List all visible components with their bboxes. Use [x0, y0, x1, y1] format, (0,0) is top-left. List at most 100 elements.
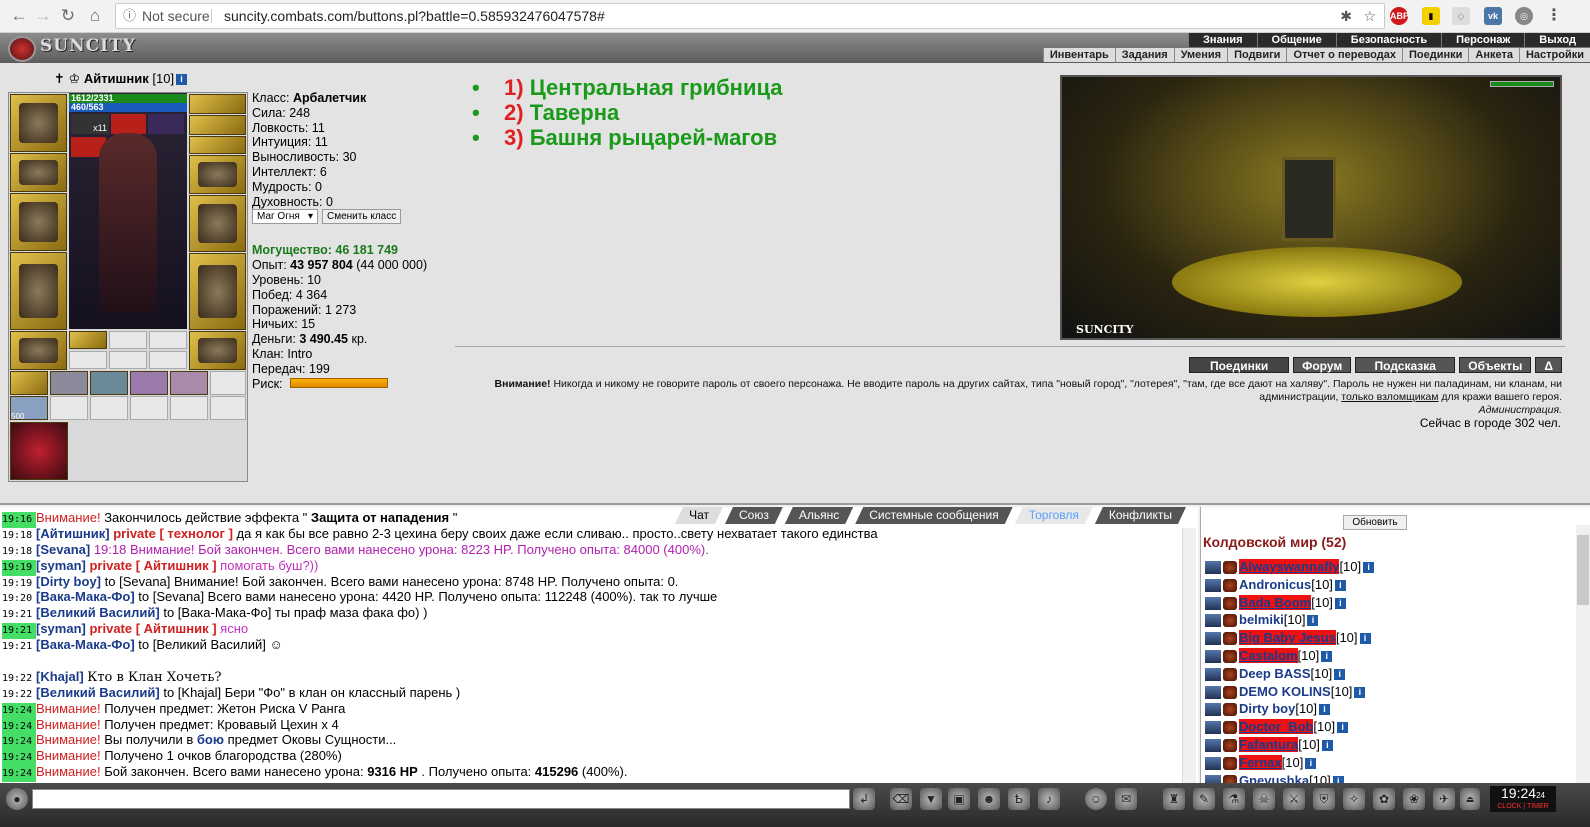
globe-icon[interactable]: ◎: [1515, 7, 1533, 25]
user-row[interactable]: Castalom[10] i: [1205, 647, 1374, 665]
submenu-profile[interactable]: Анкета: [1468, 48, 1519, 62]
filter-icon[interactable]: ▼: [920, 788, 942, 810]
chat-tab-chat[interactable]: Чат: [675, 507, 723, 524]
refresh-button[interactable]: Обновить: [1343, 515, 1407, 530]
tab-battles[interactable]: Поединки: [1189, 357, 1290, 373]
rune-slot-1[interactable]: [69, 351, 107, 369]
chat-nickname[interactable]: [Dirty boy]: [36, 574, 101, 589]
chat-nickname[interactable]: [Великий Василий]: [36, 685, 160, 700]
user-name[interactable]: DEMO KOLINS: [1239, 684, 1331, 699]
chat-nickname[interactable]: [syman]: [36, 621, 86, 636]
gloves-slot[interactable]: [189, 155, 246, 194]
user-row[interactable]: Andronicus[10] i: [1205, 576, 1374, 594]
chat-tab-system[interactable]: Системные сообщения: [855, 507, 1013, 524]
submenu-transfers[interactable]: Отчет о переводах: [1286, 48, 1402, 62]
chat-input[interactable]: [32, 789, 850, 809]
forward-icon[interactable]: →: [32, 5, 54, 27]
bookmark-star-icon[interactable]: ☆: [1363, 4, 1376, 28]
scroll-slot-4[interactable]: [130, 371, 168, 395]
chat-nickname[interactable]: [Вака-Мака-Фо]: [36, 589, 135, 604]
user-row[interactable]: belmiki[10] i: [1205, 611, 1374, 629]
user-info-icon[interactable]: i: [1337, 722, 1349, 734]
scroll-slot-5[interactable]: [170, 371, 208, 395]
rune-slot-3[interactable]: [149, 351, 187, 369]
buff-effect-icon[interactable]: [148, 114, 184, 134]
submenu-settings[interactable]: Настройки: [1518, 48, 1590, 62]
user-info-icon[interactable]: i: [1334, 597, 1346, 609]
armor-icon[interactable]: ⛨: [1313, 788, 1335, 810]
chat-tab-alliance[interactable]: Альянс: [785, 507, 853, 524]
private-message-icon[interactable]: [1205, 650, 1221, 664]
user-name[interactable]: Andronicus: [1239, 577, 1311, 592]
private-message-icon[interactable]: [1205, 703, 1221, 717]
chat-nickname[interactable]: [Sevana]: [36, 542, 90, 557]
scroll-slot-1[interactable]: [10, 371, 48, 395]
chat-nickname[interactable]: [Великий Василий]: [36, 605, 160, 620]
chat-nickname[interactable]: [Khajal]: [36, 669, 84, 684]
tab-delta[interactable]: Δ: [1535, 357, 1562, 373]
ring-slot-3[interactable]: [149, 331, 187, 349]
amulet-slot[interactable]: [189, 115, 246, 135]
back-icon[interactable]: ←: [8, 5, 30, 27]
scroll-slot-3[interactable]: [90, 371, 128, 395]
vk-icon[interactable]: vk: [1484, 7, 1502, 25]
user-info-icon[interactable]: i: [1334, 668, 1346, 680]
user-row[interactable]: Bada Boom[10] i: [1205, 594, 1374, 612]
earrings-slot[interactable]: [189, 94, 246, 114]
private-message-icon[interactable]: [1205, 578, 1221, 592]
private-message-icon[interactable]: [1205, 721, 1221, 735]
location-item[interactable]: 2) Таверна: [472, 100, 783, 125]
scroll-slot-7[interactable]: 500: [10, 396, 48, 421]
mask-icon[interactable]: ☠: [1253, 788, 1275, 810]
tab-forum[interactable]: Форум: [1293, 357, 1352, 373]
scroll-slot-2[interactable]: [50, 371, 88, 395]
compass-icon[interactable]: ✧: [1343, 788, 1365, 810]
info-icon[interactable]: i: [176, 74, 188, 86]
private-message-icon[interactable]: [1205, 632, 1221, 646]
menu-exit[interactable]: Выход: [1524, 33, 1590, 47]
info-icon[interactable]: ⓘ: [123, 4, 136, 28]
scroll-slot-6[interactable]: [210, 371, 246, 395]
private-message-icon[interactable]: [1205, 685, 1221, 699]
clear-icon[interactable]: ⌫: [890, 788, 912, 810]
shield-slot[interactable]: [189, 195, 246, 252]
ring-slot-1[interactable]: [69, 331, 107, 349]
boots-slot[interactable]: [189, 331, 246, 370]
user-name[interactable]: belmiki: [1239, 612, 1284, 627]
user-name[interactable]: Castalom: [1239, 647, 1298, 663]
menu-dots-icon[interactable]: ⋮: [1545, 7, 1563, 25]
user-row[interactable]: Deep BASS[10] i: [1205, 665, 1374, 683]
scroll-slot-12[interactable]: [210, 396, 246, 420]
reload-icon[interactable]: ↻: [57, 5, 79, 27]
gift-icon[interactable]: ✿: [1373, 788, 1395, 810]
users-scrollbar[interactable]: [1576, 525, 1590, 783]
chat-nickname[interactable]: бою: [197, 732, 224, 747]
chat-nickname[interactable]: [syman]: [36, 558, 86, 573]
helmet-slot[interactable]: [10, 94, 67, 152]
tab-hint[interactable]: Подсказка: [1355, 357, 1456, 373]
class-select[interactable]: Маг Огня ▾: [252, 209, 318, 224]
submenu-quests[interactable]: Задания: [1114, 48, 1174, 62]
private-message-icon[interactable]: [1205, 756, 1221, 770]
user-name[interactable]: Deep BASS: [1239, 666, 1311, 681]
ring-slot-2[interactable]: [109, 331, 147, 349]
address-bar[interactable]: ⓘ Not secure suncity.combats.com/buttons…: [115, 3, 1385, 29]
chat-nickname[interactable]: [Айтишник]: [36, 526, 110, 541]
scroll-icon[interactable]: ✎: [1193, 788, 1215, 810]
chat-tab-union[interactable]: Союз: [725, 507, 783, 524]
location-item[interactable]: 1) Центральная грибница: [472, 75, 783, 100]
armor-slot[interactable]: [10, 252, 67, 330]
smile-menu-icon[interactable]: ●: [6, 788, 28, 810]
weapon-slot[interactable]: [10, 193, 67, 251]
private-message-icon[interactable]: [1205, 739, 1221, 753]
paw-icon[interactable]: ❀: [1403, 788, 1425, 810]
user-name[interactable]: Fernax: [1239, 754, 1282, 770]
pet-slot[interactable]: [10, 422, 68, 480]
mail-icon[interactable]: ✈: [1433, 788, 1455, 810]
extension-puzzle-icon[interactable]: ✱: [1340, 4, 1352, 28]
user-row[interactable]: Alwayswannafly[10] i: [1205, 558, 1375, 576]
user-row[interactable]: Doctor_Bob[10] i: [1205, 718, 1374, 736]
chat-scrollbar[interactable]: [1182, 528, 1196, 783]
tab-objects[interactable]: Объекты: [1459, 357, 1532, 373]
character-name[interactable]: Айтишник: [84, 71, 149, 86]
